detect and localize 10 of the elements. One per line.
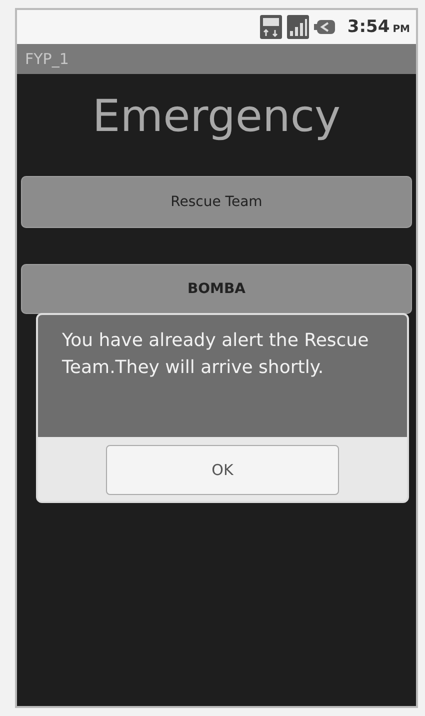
app-title: FYP_1 — [25, 50, 69, 68]
menu-button[interactable]: BOMBA — [21, 264, 412, 314]
signal-icon — [287, 15, 310, 39]
ok-button[interactable]: OK — [106, 445, 339, 495]
menu-button[interactable]: Rescue Team — [21, 176, 412, 228]
clock-time: 3:54 PM — [347, 17, 410, 37]
battery-icon — [314, 19, 336, 35]
network-icon — [260, 15, 282, 39]
screen-heading: Emergency — [91, 90, 342, 144]
dialog-message: You have already alert the Rescue Team.They will arrive shortly. — [62, 329, 370, 380]
